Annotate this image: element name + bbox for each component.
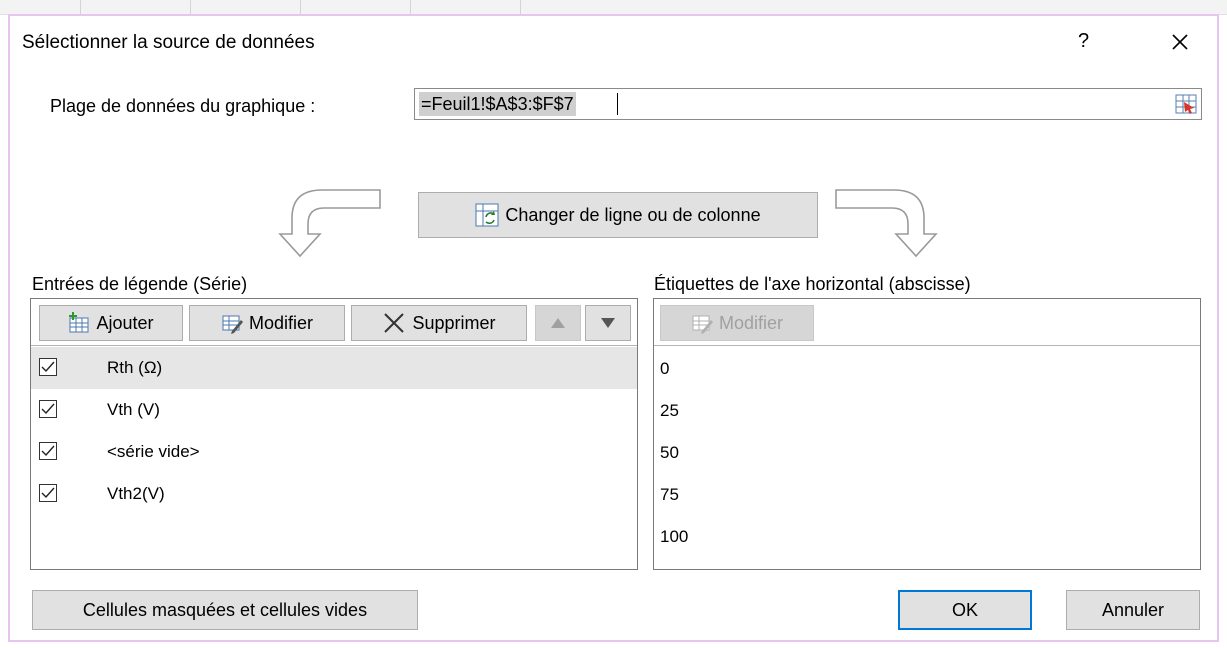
chart-data-range-label: Plage de données du graphique : xyxy=(50,96,316,116)
series-checkbox[interactable] xyxy=(39,358,57,376)
edit-series-label: Modifier xyxy=(248,312,314,333)
help-button[interactable]: ? xyxy=(1078,30,1089,53)
axis-toolbar: Modifier xyxy=(654,299,1200,346)
series-checkbox[interactable] xyxy=(39,442,57,460)
chart-data-range-value: =Feuil1!$A$3:$F$7 xyxy=(419,92,576,116)
range-select-button[interactable] xyxy=(1174,92,1198,116)
range-select-icon xyxy=(1175,94,1197,114)
axis-label-item: 75 xyxy=(660,485,679,504)
chart-data-range-input[interactable]: =Feuil1!$A$3:$F$7 xyxy=(414,88,1202,120)
series-checkbox[interactable] xyxy=(39,484,57,502)
move-down-button[interactable] xyxy=(585,305,631,341)
triangle-up-icon xyxy=(551,318,565,328)
series-checkbox[interactable] xyxy=(39,400,57,418)
axis-label-item: 25 xyxy=(660,401,679,420)
add-series-icon xyxy=(68,312,90,334)
text-caret xyxy=(617,93,618,115)
ok-button[interactable]: OK xyxy=(898,590,1032,630)
axis-labels-label: Étiquettes de l'axe horizontal (abscisse… xyxy=(654,274,971,294)
delete-series-label: Supprimer xyxy=(412,312,496,333)
series-row[interactable]: Rth (Ω) xyxy=(31,347,637,389)
switch-row-column-label: Changer de ligne ou de colonne xyxy=(505,204,761,225)
close-icon xyxy=(1172,34,1188,50)
add-series-button[interactable]: Ajouter xyxy=(39,305,183,341)
legend-toolbar: Ajouter Modifier Supprimer xyxy=(31,299,637,346)
cancel-label: Annuler xyxy=(1101,599,1165,620)
close-button[interactable] xyxy=(1162,24,1198,60)
checkmark-icon xyxy=(41,361,55,373)
hidden-empty-cells-button[interactable]: Cellules masquées et cellules vides xyxy=(32,590,418,630)
series-row[interactable]: <série vide> xyxy=(31,431,637,473)
axis-label-item: 50 xyxy=(660,443,679,462)
checkmark-icon xyxy=(41,445,55,457)
add-series-label: Ajouter xyxy=(96,312,154,333)
edit-series-icon xyxy=(221,312,243,334)
legend-entries-panel: Ajouter Modifier Supprimer Rth (Ω) Vth (… xyxy=(30,298,638,570)
curved-arrow-left-icon xyxy=(278,189,381,258)
switch-row-column-icon xyxy=(475,203,499,227)
hidden-empty-cells-label: Cellules masquées et cellules vides xyxy=(82,599,368,620)
edit-axis-labels-label: Modifier xyxy=(718,312,784,333)
delete-series-button[interactable]: Supprimer xyxy=(351,305,527,341)
cancel-button[interactable]: Annuler xyxy=(1066,590,1200,630)
axis-labels-panel: Modifier 0 25 50 75 100 xyxy=(653,298,1201,570)
axis-label-item: 0 xyxy=(660,359,670,378)
switch-row-column-button[interactable]: Changer de ligne ou de colonne xyxy=(418,192,818,238)
edit-axis-icon xyxy=(691,312,713,334)
ok-label: OK xyxy=(951,599,978,620)
checkmark-icon xyxy=(41,487,55,499)
series-name: Vth2(V) xyxy=(107,484,165,503)
curved-arrow-right-icon xyxy=(835,189,938,258)
series-row[interactable]: Vth2(V) xyxy=(31,473,637,515)
select-data-source-dialog: Sélectionner la source de données ? Plag… xyxy=(8,14,1219,642)
move-up-button[interactable] xyxy=(535,305,581,341)
series-name: Rth (Ω) xyxy=(107,358,163,377)
spreadsheet-background-strip xyxy=(0,0,1227,15)
checkmark-icon xyxy=(41,403,55,415)
delete-icon xyxy=(382,311,406,335)
dialog-title: Sélectionner la source de données xyxy=(22,32,315,53)
series-name: Vth (V) xyxy=(107,400,160,419)
triangle-down-icon xyxy=(601,318,615,328)
edit-axis-labels-button[interactable]: Modifier xyxy=(660,305,814,341)
axis-label-item: 100 xyxy=(660,527,689,546)
series-row[interactable]: Vth (V) xyxy=(31,389,637,431)
legend-entries-label: Entrées de légende (Série) xyxy=(32,274,248,294)
series-name: <série vide> xyxy=(107,442,200,461)
edit-series-button[interactable]: Modifier xyxy=(189,305,345,341)
